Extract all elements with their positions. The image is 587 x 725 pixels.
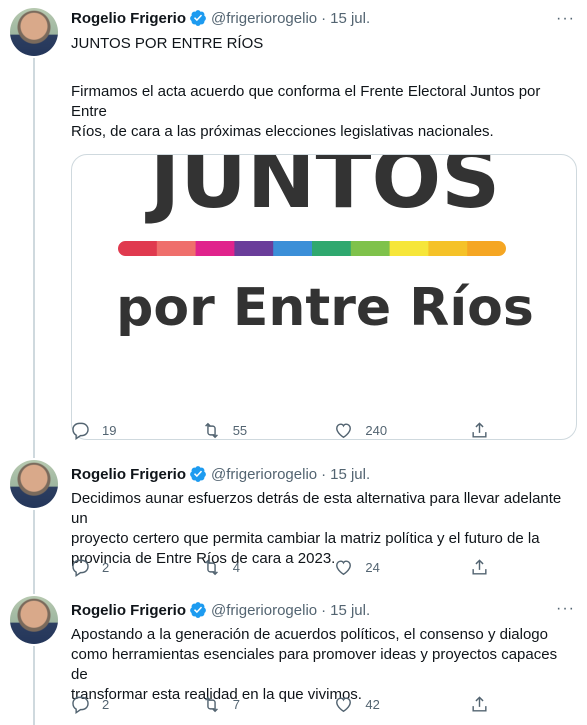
text-line: proyecto certero que permita cambiar la … [71, 530, 540, 547]
retweet-button[interactable]: 7 [202, 695, 335, 714]
tweet-actions: 2 4 24 [71, 558, 501, 577]
share-icon [472, 559, 487, 575]
tweet-date[interactable]: 15 jul. [330, 602, 370, 619]
tweet-date[interactable]: 15 jul. [330, 10, 370, 27]
text-line: como herramientas esenciales para promov… [71, 646, 558, 683]
tweet-header: Rogelio Frigerio @frigeriorogelio · 15 j… [71, 8, 577, 28]
stripe-segment [234, 241, 274, 256]
text-line: JUNTOS POR ENTRE RÍOS [71, 35, 264, 52]
heart-icon [336, 560, 352, 576]
text-line: Apostando a la generación de acuerdos po… [71, 626, 548, 643]
avatar-column [10, 8, 58, 56]
stripe-segment [312, 241, 352, 256]
stripe-segment [389, 241, 429, 256]
text-line [71, 54, 577, 74]
reply-count: 19 [102, 423, 117, 438]
reply-icon [72, 422, 89, 440]
retweet-icon [204, 422, 218, 439]
share-icon [472, 422, 487, 438]
more-icon[interactable]: ··· [556, 600, 575, 618]
separator: · [321, 465, 327, 483]
retweet-icon [204, 559, 218, 576]
tweet-media-image[interactable]: JUNTOS por Entre Ríos [71, 154, 577, 440]
tweet[interactable]: Rogelio Frigerio @frigeriorogelio · 15 j… [0, 8, 587, 448]
stripe-segment [467, 241, 506, 256]
like-count: 24 [365, 560, 380, 575]
like-button[interactable]: 24 [334, 558, 470, 577]
verified-badge-icon [190, 466, 206, 482]
tweet-text: Decidimos aunar esfuerzos detrás de esta… [71, 489, 577, 569]
tweet-header: Rogelio Frigerio @frigeriorogelio · 15 j… [71, 464, 577, 484]
tweet-header: Rogelio Frigerio @frigeriorogelio · 15 j… [71, 600, 577, 620]
share-button[interactable] [470, 421, 501, 440]
retweet-icon [204, 696, 218, 713]
stripe-segment [428, 241, 468, 256]
tweet-date[interactable]: 15 jul. [330, 466, 370, 483]
avatar[interactable] [10, 460, 58, 508]
reply-count: 2 [102, 697, 110, 712]
reply-button[interactable]: 19 [71, 421, 202, 440]
reply-button[interactable]: 2 [71, 695, 202, 714]
retweet-count: 4 [232, 560, 240, 575]
reply-icon [72, 559, 89, 577]
stripe-segment [156, 241, 197, 256]
retweet-button[interactable]: 55 [202, 421, 335, 440]
heart-icon [336, 423, 352, 439]
share-button[interactable] [470, 695, 501, 714]
juntos-logo-image: JUNTOS por Entre Ríos [116, 155, 534, 338]
author-name[interactable]: Rogelio Frigerio [71, 10, 186, 27]
tweet[interactable]: Rogelio Frigerio @frigeriorogelio · 15 j… [0, 596, 587, 725]
stripe-segment [118, 241, 158, 256]
tweet[interactable]: Rogelio Frigerio @frigeriorogelio · 15 j… [0, 460, 587, 590]
avatar[interactable] [10, 8, 58, 56]
text-line: Firmamos el acta acuerdo que conforma el… [71, 83, 541, 120]
like-button[interactable]: 240 [334, 421, 470, 440]
avatar-column [10, 460, 58, 508]
logo-title: JUNTOS [145, 155, 500, 227]
like-count: 240 [365, 423, 388, 438]
text-line: Decidimos aunar esfuerzos detrás de esta… [71, 490, 562, 527]
retweet-count: 55 [232, 423, 248, 438]
author-handle[interactable]: @frigeriorogelio [211, 10, 317, 27]
color-stripe [118, 241, 506, 256]
tweet-actions: 19 55 240 [71, 421, 501, 440]
stripe-segment [350, 241, 391, 256]
author-handle[interactable]: @frigeriorogelio [211, 466, 317, 483]
verified-badge-icon [190, 602, 206, 618]
tweet-text: Apostando a la generación de acuerdos po… [71, 625, 577, 705]
stripe-segment [273, 241, 313, 256]
reply-count: 2 [102, 560, 110, 575]
avatar-column [10, 596, 58, 644]
text-line: Ríos, de cara a las próximas elecciones … [71, 123, 494, 140]
like-button[interactable]: 42 [334, 695, 470, 714]
more-icon[interactable]: ··· [556, 10, 575, 28]
author-handle[interactable]: @frigeriorogelio [211, 602, 317, 619]
tweet-content: Rogelio Frigerio @frigeriorogelio · 15 j… [71, 460, 577, 569]
retweet-button[interactable]: 4 [202, 558, 335, 577]
separator: · [321, 601, 327, 619]
verified-badge-icon [190, 10, 206, 26]
retweet-count: 7 [232, 697, 240, 712]
heart-icon [336, 697, 352, 713]
like-count: 42 [365, 697, 380, 712]
avatar[interactable] [10, 596, 58, 644]
share-button[interactable] [470, 558, 501, 577]
stripe-segment [195, 241, 235, 256]
author-name[interactable]: Rogelio Frigerio [71, 466, 186, 483]
reply-icon [72, 696, 89, 714]
tweet-content: Rogelio Frigerio @frigeriorogelio · 15 j… [71, 8, 577, 440]
tweet-text: JUNTOS POR ENTRE RÍOS Firmamos el acta a… [71, 34, 577, 142]
tweet-content: Rogelio Frigerio @frigeriorogelio · 15 j… [71, 596, 577, 705]
tweet-actions: 2 7 42 [71, 695, 501, 714]
separator: · [321, 9, 327, 27]
share-icon [472, 696, 487, 712]
reply-button[interactable]: 2 [71, 558, 202, 577]
author-name[interactable]: Rogelio Frigerio [71, 602, 186, 619]
logo-subtitle: por Entre Ríos [116, 278, 534, 338]
